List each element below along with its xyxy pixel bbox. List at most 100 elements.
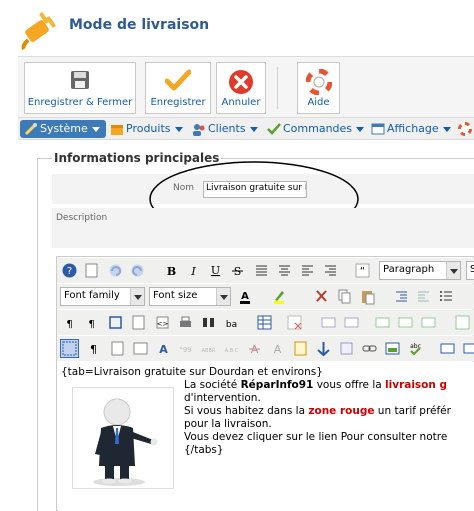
- font-family-select[interactable]: Font family: [60, 287, 145, 306]
- insert-row-icon[interactable]: [373, 313, 392, 332]
- undo-icon[interactable]: [106, 261, 125, 280]
- menu-system-label: Système: [40, 122, 88, 135]
- acronym-icon[interactable]: A.B.C: [222, 339, 241, 358]
- cut-icon[interactable]: [312, 287, 331, 306]
- spellcheck-icon[interactable]: abc: [406, 339, 425, 358]
- row-props-icon[interactable]: [319, 313, 338, 332]
- ins-icon[interactable]: A: [268, 339, 287, 358]
- insert-col-icon[interactable]: [453, 313, 472, 332]
- lifebuoy-icon: [305, 69, 332, 95]
- indent-icon[interactable]: [392, 287, 411, 306]
- format-select[interactable]: Paragraph: [379, 261, 461, 280]
- ltr-icon[interactable]: ¶: [60, 313, 79, 332]
- svg-text:“99: “99: [179, 346, 192, 354]
- save-label: Enregistrer: [150, 97, 206, 108]
- align-center-icon[interactable]: [275, 261, 294, 280]
- menu-clients[interactable]: Clients: [188, 120, 258, 138]
- menu-display[interactable]: Affichage: [367, 120, 451, 138]
- menu-orders[interactable]: Commandes: [263, 120, 365, 138]
- align-left-icon[interactable]: [298, 261, 317, 280]
- insert-row-after-icon[interactable]: [396, 313, 415, 332]
- checkmark-icon: [165, 69, 191, 91]
- chevron-down-icon: [216, 288, 230, 305]
- styles-select[interactable]: S: [466, 261, 474, 280]
- delete-table-icon[interactable]: [285, 313, 304, 332]
- save-close-button[interactable]: Enregistrer & Fermer: [24, 62, 136, 114]
- menu-products[interactable]: Produits: [106, 120, 183, 138]
- content-line-5: pour la livraison.: [184, 418, 272, 430]
- bold-icon[interactable]: B: [162, 261, 181, 280]
- help-icon[interactable]: ?: [60, 261, 79, 280]
- print-icon[interactable]: [176, 313, 195, 332]
- description-label: Description: [56, 213, 108, 223]
- content-line-7: {/tabs}: [184, 444, 224, 456]
- replace-icon[interactable]: ba: [222, 313, 241, 332]
- highlight-color-icon[interactable]: [270, 287, 289, 306]
- menu-products-label: Produits: [126, 122, 171, 135]
- plug-icon: [21, 12, 56, 50]
- image-icon[interactable]: [383, 339, 402, 358]
- help-label: Aide: [307, 97, 330, 108]
- html-icon[interactable]: <>: [153, 313, 172, 332]
- cell-props-icon[interactable]: [342, 313, 361, 332]
- blockquote-icon[interactable]: “: [353, 261, 372, 280]
- cite-icon[interactable]: “99: [176, 339, 195, 358]
- font-size-select[interactable]: Font size: [149, 287, 231, 306]
- remove-format-icon[interactable]: [314, 339, 333, 358]
- underline-icon[interactable]: U: [206, 261, 225, 280]
- redo-icon[interactable]: [128, 261, 147, 280]
- insert-layer-icon[interactable]: [131, 339, 150, 358]
- help-button[interactable]: Aide: [297, 62, 340, 114]
- abbr-icon[interactable]: ABBR: [199, 339, 218, 358]
- main-menu: Système Produits Clients Commandes Affic…: [18, 118, 474, 140]
- paste-icon[interactable]: [358, 287, 377, 306]
- svg-text:ABBR: ABBR: [202, 348, 216, 354]
- text-color-icon[interactable]: A: [236, 287, 255, 306]
- tools-icon: [24, 123, 37, 136]
- align-justify-icon[interactable]: [252, 261, 271, 280]
- delete-row-icon[interactable]: [419, 313, 438, 332]
- cancel-label: Annuler: [221, 97, 261, 108]
- toolbar-divider: [277, 67, 278, 109]
- content-line-1: {tab=Livraison gratuite sur Dourdan et e…: [61, 366, 323, 378]
- italic-icon[interactable]: I: [184, 261, 203, 280]
- save-button[interactable]: Enregistrer: [145, 62, 211, 114]
- svg-text:A: A: [241, 291, 249, 302]
- presenter-image: [72, 387, 174, 489]
- paragraph-icon[interactable]: ¶: [84, 339, 103, 358]
- window-icon: [371, 123, 385, 135]
- strikethrough-icon[interactable]: S: [228, 261, 247, 280]
- align-right-icon[interactable]: [321, 261, 340, 280]
- style-props-icon[interactable]: A: [154, 339, 173, 358]
- presenter-figure-icon: [93, 398, 158, 486]
- table-icon[interactable]: [255, 313, 274, 332]
- rtl-icon[interactable]: ¶: [82, 313, 101, 332]
- chevron-down-icon: [446, 262, 460, 279]
- source-code-icon[interactable]: [129, 313, 148, 332]
- menu-display-label: Affichage: [387, 122, 439, 135]
- attribs-icon[interactable]: [291, 339, 310, 358]
- svg-text:?: ?: [67, 266, 72, 277]
- box-icon: [111, 125, 123, 135]
- hr-icon[interactable]: [438, 339, 457, 358]
- more-icon[interactable]: [461, 339, 474, 358]
- help-menu-icon[interactable]: [458, 122, 472, 136]
- floppy-icon: [71, 71, 89, 89]
- cancel-button[interactable]: Annuler: [216, 62, 266, 114]
- copy-icon[interactable]: [335, 287, 354, 306]
- find-icon[interactable]: [199, 313, 218, 332]
- svg-text:A: A: [274, 343, 282, 356]
- link-icon[interactable]: [360, 339, 379, 358]
- svg-text:ba: ba: [226, 320, 237, 330]
- menu-system[interactable]: Système: [20, 120, 106, 138]
- new-document-icon[interactable]: [82, 261, 101, 280]
- del-icon[interactable]: A: [245, 339, 264, 358]
- visual-aid-icon[interactable]: [60, 339, 79, 358]
- insert-file-icon[interactable]: [108, 339, 127, 358]
- outdent-icon[interactable]: [414, 287, 433, 306]
- list-icon[interactable]: [437, 287, 456, 306]
- font-family-value: Font family: [64, 290, 120, 301]
- special-char-icon[interactable]: [337, 339, 356, 358]
- page-title: Mode de livraison: [69, 17, 210, 33]
- fullscreen-icon[interactable]: [106, 313, 125, 332]
